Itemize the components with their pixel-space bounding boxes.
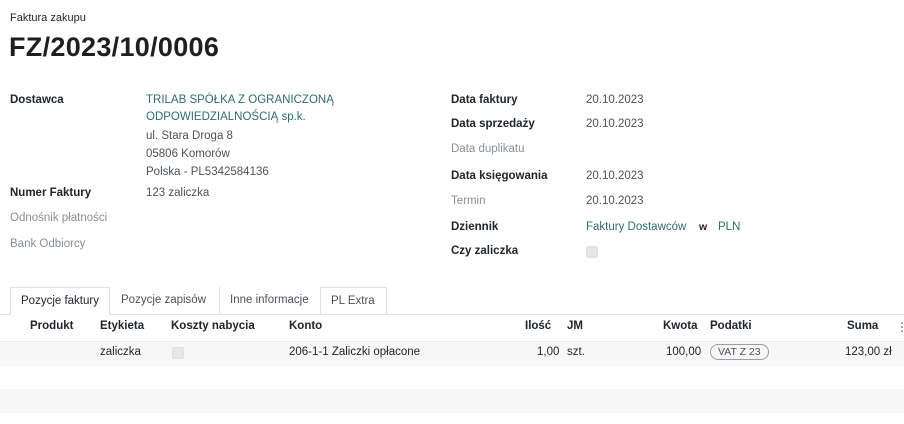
tab-journal-items[interactable]: Pozycje zapisów	[111, 287, 218, 314]
tabs-divider	[0, 314, 904, 315]
row-label[interactable]: zaliczka	[100, 346, 141, 358]
col-amount[interactable]: Kwota	[663, 320, 698, 332]
col-quantity[interactable]: Ilość	[525, 320, 551, 332]
row-acquisition-cost-checkbox[interactable]	[172, 347, 184, 359]
supplier-label: Dostawca	[10, 94, 64, 106]
row-tax-badge[interactable]: VAT Z 23	[710, 344, 769, 360]
term-label: Termin	[451, 195, 486, 207]
payment-reference-label: Odnośnik płatności	[10, 212, 108, 224]
page-title: FZ/2023/10/0006	[9, 32, 220, 62]
col-label[interactable]: Etykieta	[100, 320, 144, 332]
row-uom[interactable]: szt.	[567, 346, 585, 358]
table-row-empty	[0, 389, 904, 413]
tab-other-info[interactable]: Inne informacje	[219, 287, 319, 314]
supplier-name-line2[interactable]: ODPOWIEDZIALNOŚCIĄ sp.k.	[146, 111, 306, 123]
sale-date-label: Data sprzedaży	[451, 118, 535, 130]
col-product[interactable]: Produkt	[30, 320, 73, 332]
row-total: 123,00 zł	[845, 346, 892, 358]
column-settings-icon[interactable]: ⋮	[896, 320, 904, 334]
supplier-street: ul. Stara Droga 8	[146, 130, 233, 142]
supplier-name-line1[interactable]: TRILAB SPÓŁKA Z OGRANICZONĄ	[146, 94, 334, 106]
tab-invoice-lines[interactable]: Pozycje faktury	[10, 287, 110, 315]
journal-field[interactable]: Faktury Dostawców	[586, 221, 686, 233]
sale-date-field[interactable]: 20.10.2023	[586, 118, 644, 130]
journal-in-label: w	[699, 221, 708, 233]
supplier-city: 05806 Komorów	[146, 148, 230, 160]
supplier-country-vat: Polska - PL5342584136	[146, 166, 269, 178]
accounting-date-label: Data księgowania	[451, 170, 548, 182]
journal-label: Dziennik	[451, 221, 499, 233]
tab-pl-extra[interactable]: PL Extra	[320, 287, 387, 314]
term-field[interactable]: 20.10.2023	[586, 195, 644, 207]
row-account[interactable]: 206-1-1 Zaliczki opłacone	[289, 346, 420, 358]
invoice-date-field[interactable]: 20.10.2023	[586, 94, 644, 106]
col-uom[interactable]: JM	[567, 320, 583, 332]
invoice-number-label: Numer Faktury	[10, 187, 92, 199]
col-acquisition-cost[interactable]: Koszty nabycia	[171, 320, 255, 332]
col-taxes[interactable]: Podatki	[710, 320, 752, 332]
invoice-date-label: Data faktury	[451, 94, 518, 106]
advance-label: Czy zaliczka	[451, 245, 519, 257]
advance-checkbox[interactable]	[586, 246, 598, 258]
row-quantity[interactable]: 1,00	[537, 346, 559, 358]
accounting-date-field[interactable]: 20.10.2023	[586, 170, 644, 182]
recipient-bank-label: Bank Odbiorcy	[10, 238, 86, 250]
currency-field[interactable]: PLN	[718, 221, 740, 233]
duplicate-date-label: Data duplikatu	[451, 143, 525, 155]
invoice-number-field[interactable]: 123 zaliczka	[146, 187, 209, 199]
document-type: Faktura zakupu	[10, 12, 86, 24]
col-account[interactable]: Konto	[289, 320, 322, 332]
col-total[interactable]: Suma	[847, 320, 878, 332]
row-amount[interactable]: 100,00	[666, 346, 701, 358]
